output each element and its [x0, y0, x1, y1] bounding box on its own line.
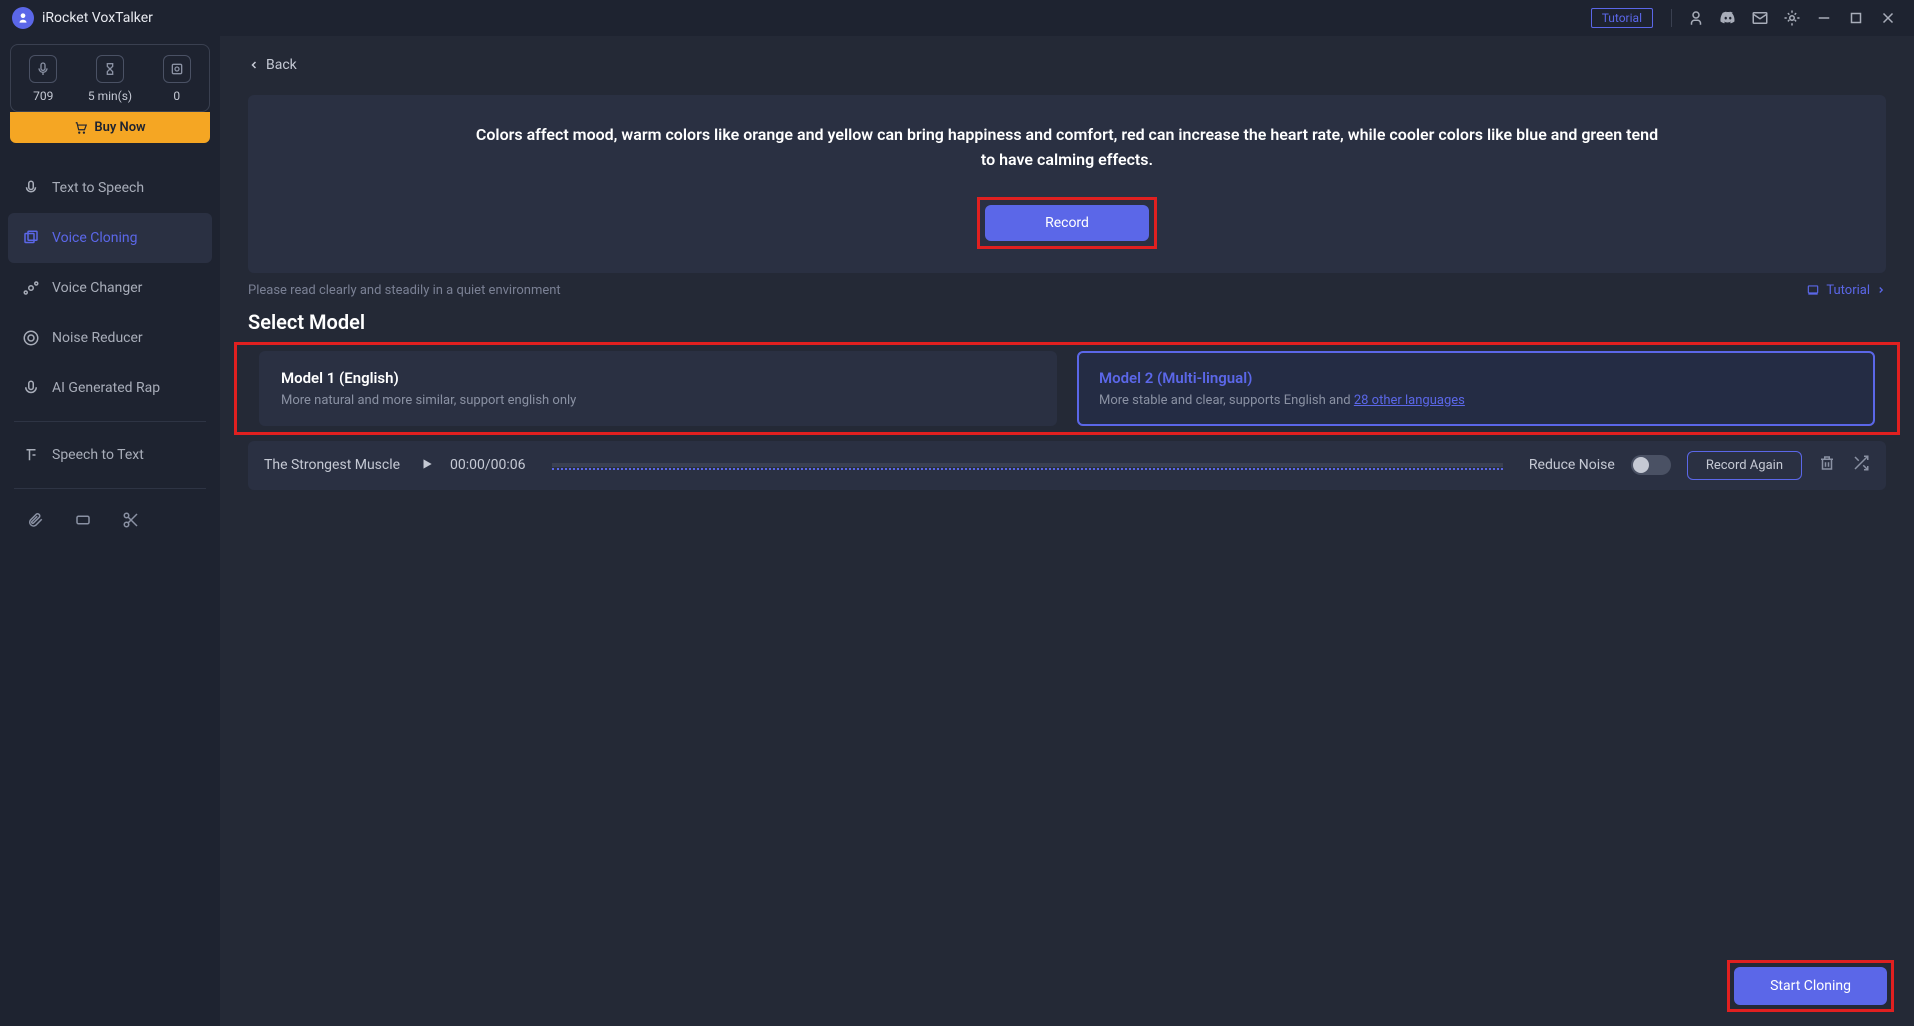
- titlebar-left: iRocket VoxTalker: [12, 7, 153, 29]
- model-desc: More natural and more similar, support e…: [281, 393, 1035, 408]
- mail-icon[interactable]: [1746, 4, 1774, 32]
- delete-icon[interactable]: [1818, 454, 1836, 476]
- nav-label: Text to Speech: [52, 180, 144, 196]
- attachment-icon[interactable]: [26, 511, 44, 533]
- nav-list: Text to Speech Voice Cloning Voice Chang…: [8, 163, 212, 547]
- credits-row: 709 5 min(s) 0: [10, 44, 210, 112]
- model-row-highlight: Model 1 (English) More natural and more …: [234, 342, 1900, 435]
- main-container: 709 5 min(s) 0 Buy Now Text to Speech Vo…: [0, 36, 1914, 1026]
- track-name: The Strongest Muscle: [264, 457, 404, 473]
- prompt-text: Colors affect mood, warm colors like ora…: [467, 123, 1667, 173]
- model-title: Model 2 (Multi-lingual): [1099, 369, 1853, 387]
- content-header: Back: [220, 36, 1914, 79]
- nav-noise-reducer[interactable]: Noise Reducer: [8, 313, 212, 363]
- loop-icon[interactable]: [74, 511, 92, 533]
- app-logo: [12, 7, 34, 29]
- nav-ai-rap[interactable]: AI Generated Rap: [8, 363, 212, 413]
- progress-bar[interactable]: [552, 463, 1503, 467]
- section-title: Select Model: [220, 306, 1914, 338]
- coin-credit-icon: [163, 55, 191, 83]
- titlebar-right: Tutorial: [1591, 4, 1902, 32]
- nav-divider: [14, 488, 206, 489]
- divider: [1671, 9, 1672, 27]
- nav-voice-cloning[interactable]: Voice Cloning: [8, 213, 212, 263]
- nav-voice-changer[interactable]: Voice Changer: [8, 263, 212, 313]
- model-card-1[interactable]: Model 1 (English) More natural and more …: [259, 351, 1057, 426]
- titlebar: iRocket VoxTalker Tutorial: [0, 0, 1914, 36]
- reduce-noise-toggle[interactable]: [1631, 455, 1671, 475]
- record-button[interactable]: Record: [985, 205, 1149, 241]
- toggle-knob: [1633, 457, 1649, 473]
- settings-icon[interactable]: [1778, 4, 1806, 32]
- back-label: Back: [266, 57, 297, 73]
- mini-tools: [8, 497, 212, 547]
- nav-label: Voice Cloning: [52, 230, 137, 246]
- progress-indicator: [552, 467, 1503, 470]
- record-highlight: Record: [977, 197, 1157, 249]
- time-display: 00:00/00:06: [450, 457, 526, 473]
- maximize-icon[interactable]: [1842, 4, 1870, 32]
- cut-icon[interactable]: [122, 511, 140, 533]
- model-title: Model 1 (English): [281, 369, 1035, 387]
- model-desc: More stable and clear, supports English …: [1099, 393, 1853, 408]
- record-again-button[interactable]: Record Again: [1687, 451, 1802, 480]
- minimize-icon[interactable]: [1810, 4, 1838, 32]
- hint-row: Please read clearly and steadily in a qu…: [220, 273, 1914, 306]
- prompt-card: Colors affect mood, warm colors like ora…: [248, 95, 1886, 273]
- reduce-noise-label: Reduce Noise: [1529, 457, 1615, 473]
- credit-time: 5 min(s): [88, 55, 132, 103]
- nav-text-to-speech[interactable]: Text to Speech: [8, 163, 212, 213]
- user-icon[interactable]: [1682, 4, 1710, 32]
- chevron-right-icon: [1876, 285, 1886, 295]
- nav-label: Noise Reducer: [52, 330, 143, 346]
- shuffle-icon[interactable]: [1852, 454, 1870, 476]
- app-title: iRocket VoxTalker: [42, 10, 153, 26]
- credit-value: 0: [173, 89, 180, 103]
- start-cloning-highlight: Start Cloning: [1727, 960, 1894, 1012]
- buy-now-button[interactable]: Buy Now: [10, 112, 210, 143]
- nav-divider: [14, 421, 206, 422]
- model-card-2[interactable]: Model 2 (Multi-lingual) More stable and …: [1077, 351, 1875, 426]
- back-link[interactable]: Back: [248, 57, 297, 73]
- hint-text: Please read clearly and steadily in a qu…: [248, 283, 561, 298]
- playback-row: The Strongest Muscle 00:00/00:06 Reduce …: [248, 441, 1886, 490]
- nav-label: AI Generated Rap: [52, 380, 160, 396]
- credit-coin: 0: [163, 55, 191, 103]
- nav-label: Speech to Text: [52, 447, 144, 463]
- languages-link[interactable]: 28 other languages: [1354, 393, 1465, 408]
- sidebar: 709 5 min(s) 0 Buy Now Text to Speech Vo…: [0, 36, 220, 1026]
- model-desc-prefix: More stable and clear, supports English …: [1099, 393, 1354, 408]
- credit-value: 709: [33, 89, 53, 103]
- credit-mic: 709: [29, 55, 57, 103]
- tutorial-badge[interactable]: Tutorial: [1591, 8, 1653, 28]
- play-icon[interactable]: [420, 456, 434, 475]
- mic-credit-icon: [29, 55, 57, 83]
- tutorial-link[interactable]: Tutorial: [1806, 283, 1886, 298]
- time-credit-icon: [96, 55, 124, 83]
- content-area: Back Colors affect mood, warm colors lik…: [220, 36, 1914, 1026]
- start-cloning-button[interactable]: Start Cloning: [1734, 967, 1887, 1005]
- discord-icon[interactable]: [1714, 4, 1742, 32]
- buy-now-label: Buy Now: [94, 120, 145, 135]
- tutorial-label: Tutorial: [1826, 283, 1870, 298]
- credit-value: 5 min(s): [88, 89, 132, 103]
- close-icon[interactable]: [1874, 4, 1902, 32]
- nav-speech-to-text[interactable]: Speech to Text: [8, 430, 212, 480]
- nav-label: Voice Changer: [52, 280, 142, 296]
